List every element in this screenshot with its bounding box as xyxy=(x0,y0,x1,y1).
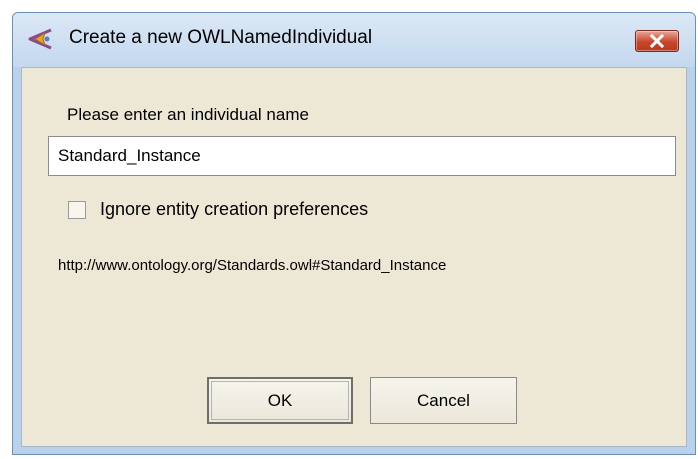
screen: Create a new OWLNamedIndividual Please e… xyxy=(0,0,698,459)
close-icon xyxy=(649,33,665,49)
dialog-content: Please enter an individual name Ignore e… xyxy=(21,67,687,447)
protege-app-icon xyxy=(28,28,52,50)
prompt-label: Please enter an individual name xyxy=(67,105,309,124)
ok-button[interactable]: OK xyxy=(207,377,353,424)
ignore-preferences-label[interactable]: Ignore entity creation preferences xyxy=(100,199,368,220)
cancel-button[interactable]: Cancel xyxy=(370,377,517,424)
individual-name-input[interactable] xyxy=(48,136,676,176)
title-bar[interactable]: Create a new OWLNamedIndividual xyxy=(13,13,695,67)
iri-preview: http://www.ontology.org/Standards.owl#St… xyxy=(58,257,447,274)
close-button[interactable] xyxy=(635,30,679,52)
window-title: Create a new OWLNamedIndividual xyxy=(69,27,373,48)
ignore-preferences-checkbox[interactable] xyxy=(68,201,86,219)
dialog-window: Create a new OWLNamedIndividual Please e… xyxy=(12,12,696,455)
